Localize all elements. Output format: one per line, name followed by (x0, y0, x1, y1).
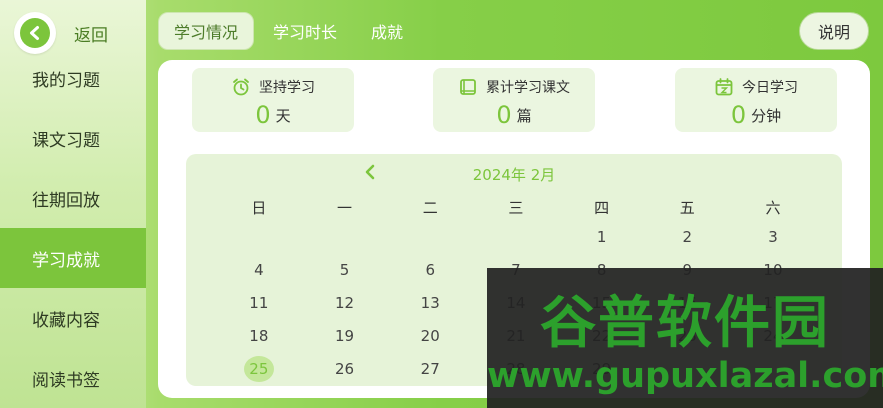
calendar-day[interactable]: 27 (387, 354, 473, 384)
top-tabs: 学习情况 学习时长 成就 (158, 12, 422, 50)
weekday-label: 日 (251, 198, 267, 217)
sidebar-item-lesson-exercises[interactable]: 课文习题 (0, 108, 146, 168)
weekday-label: 二 (422, 198, 438, 217)
calendar-day[interactable]: 6 (387, 255, 473, 285)
weekday-label: 六 (765, 198, 781, 217)
tab-achievements[interactable]: 成就 (356, 12, 418, 50)
stat-card-lessons: 累计学习课文 0篇 (433, 68, 595, 132)
help-button[interactable]: 说明 (799, 12, 869, 50)
calendar-day-number: 20 (420, 327, 440, 345)
stat-unit: 分钟 (751, 107, 782, 125)
calendar-day-number: 11 (249, 294, 269, 312)
watermark-url: www.gupuxlazal.com (487, 356, 883, 396)
stat-title-row: 坚持学习 (192, 77, 354, 97)
calendar-empty-cell (473, 222, 559, 252)
back-label: 返回 (74, 25, 108, 46)
calendar-day[interactable]: 20 (387, 321, 473, 351)
stat-value: 0 (496, 101, 512, 129)
sidebar-item-my-exercises[interactable]: 我的习题 (0, 48, 146, 108)
stat-unit: 篇 (516, 107, 532, 125)
calendar-empty-cell (387, 222, 473, 252)
calendar-day-number: 19 (334, 327, 355, 345)
stat-title: 今日学习 (742, 80, 798, 96)
calendar-weekday-row: 日 一 二 三 四 五 六 (216, 192, 816, 222)
sidebar-item-bookmarks[interactable]: 阅读书签 (0, 348, 146, 408)
stat-value-row: 0 分钟 (675, 101, 837, 129)
watermark-title: 谷普软件园 (540, 291, 830, 356)
calendar-day-number: 5 (339, 261, 350, 279)
calendar-week-row: 1 2 3 (216, 222, 816, 252)
weekday-label: 三 (508, 198, 524, 217)
stat-value: 0 (730, 101, 747, 129)
calendar-empty-cell (216, 222, 302, 252)
calendar-day[interactable]: 5 (302, 255, 388, 285)
watermark-overlay: 谷普软件园 www.gupuxlazal.com (487, 268, 883, 408)
stat-title: 累计学习课文 (486, 80, 570, 96)
weekday-label: 一 (337, 198, 353, 217)
stat-card-streak: 坚持学习 0天 (192, 68, 354, 132)
calendar-month-label: 2024年 2月 (472, 166, 556, 184)
calendar-day[interactable]: 13 (387, 288, 473, 318)
calendar-day-number: 27 (420, 360, 440, 378)
sidebar-item-label: 我的习题 (32, 70, 100, 91)
calendar-day[interactable]: 19 (302, 321, 388, 351)
calendar-day[interactable]: 3 (730, 222, 816, 252)
sidebar-item-achievements[interactable]: 学习成就 (0, 228, 146, 288)
calendar-day[interactable]: 1 (559, 222, 645, 252)
sidebar-item-label: 往期回放 (32, 190, 100, 211)
sidebar-item-label: 课文习题 (32, 130, 100, 151)
calendar-day-number: 13 (420, 294, 440, 312)
sidebar-item-favorites[interactable]: 收藏内容 (0, 288, 146, 348)
calendar-day[interactable]: 2 (644, 222, 730, 252)
stat-title: 坚持学习 (259, 80, 315, 96)
weekday-label: 五 (679, 198, 695, 217)
stat-title-row: 今日学习 (675, 77, 837, 97)
stat-title-row: 累计学习课文 (433, 77, 595, 97)
tab-study-duration[interactable]: 学习时长 (258, 12, 352, 50)
calendar-day[interactable]: 25 (216, 354, 302, 384)
stat-unit: 天 (275, 107, 291, 125)
stat-card-today: 今日学习 0 分钟 (675, 68, 837, 132)
calendar-day-number: 3 (768, 228, 778, 246)
calendar-day[interactable]: 18 (216, 321, 302, 351)
calendar-day-number: 2 (682, 228, 693, 246)
calendar-day-number: 12 (334, 294, 355, 312)
calendar-day-number: 18 (249, 327, 269, 345)
sidebar-item-past-replays[interactable]: 往期回放 (0, 168, 146, 228)
calendar-empty-cell (302, 222, 388, 252)
sidebar-item-label: 学习成就 (32, 250, 100, 271)
calendar-day-number: 26 (334, 360, 355, 378)
calendar-day[interactable]: 12 (302, 288, 388, 318)
calendar-day[interactable]: 26 (302, 354, 388, 384)
back-arrow-icon (20, 18, 50, 48)
calendar-day-number: 6 (425, 261, 435, 279)
alarm-clock-icon (233, 78, 249, 96)
calendar-day-number: 1 (596, 228, 607, 246)
calendar-today-icon (715, 78, 733, 96)
sidebar: 返回 我的习题 课文习题 往期回放 学习成就 收藏内容 阅读书签 (0, 0, 146, 408)
weekday-label: 四 (594, 198, 610, 217)
tab-study-status[interactable]: 学习情况 (158, 12, 255, 50)
calendar-day[interactable]: 11 (216, 288, 302, 318)
calendar-day-number: 4 (254, 261, 264, 279)
calendar-day-number: 25 (243, 356, 274, 382)
stat-value: 0 (255, 101, 271, 129)
stat-value-row: 0天 (192, 101, 354, 129)
calendar-day[interactable]: 4 (216, 255, 302, 285)
sidebar-item-label: 收藏内容 (32, 310, 100, 331)
book-icon (460, 79, 476, 95)
sidebar-item-label: 阅读书签 (32, 370, 100, 391)
stat-value-row: 0篇 (433, 101, 595, 129)
